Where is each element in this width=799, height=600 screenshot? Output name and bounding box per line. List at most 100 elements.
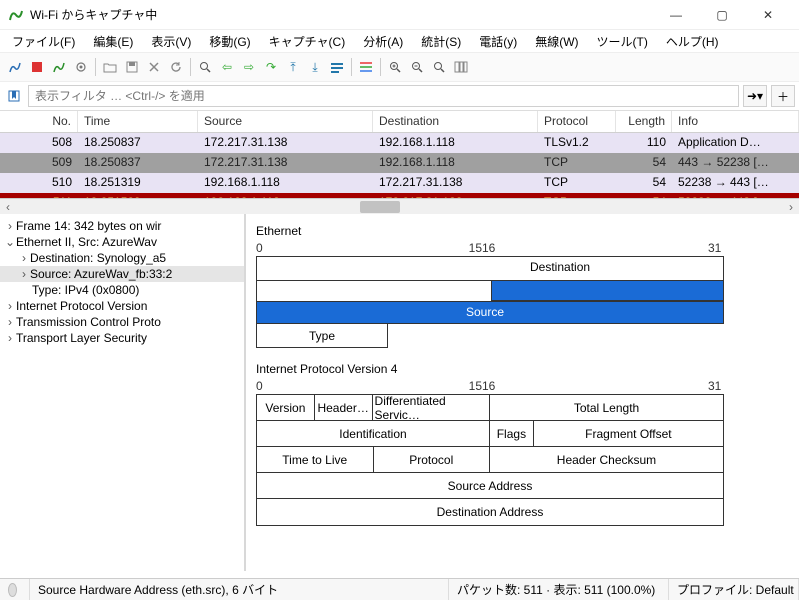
col-header-source[interactable]: Source [198, 111, 373, 132]
ip-dstaddr-field[interactable]: Destination Address [257, 499, 723, 525]
minimize-button[interactable]: — [653, 0, 699, 30]
reload-icon[interactable] [165, 56, 187, 78]
menu-file[interactable]: ファイル(F) [4, 31, 83, 52]
cell-proto: TCP [538, 153, 616, 173]
zoom-reset-icon[interactable] [428, 56, 450, 78]
ip-ident-field[interactable]: Identification [257, 421, 490, 447]
cell-src: 172.217.31.138 [198, 153, 373, 173]
eth-dest-field[interactable]: Destination [530, 260, 590, 274]
packet-row[interactable]: 50818.250837172.217.31.138192.168.1.118T… [0, 133, 799, 153]
col-header-length[interactable]: Length [616, 111, 672, 132]
cell-dst: 192.168.1.118 [373, 133, 538, 153]
zoom-in-icon[interactable] [384, 56, 406, 78]
open-file-icon[interactable] [99, 56, 121, 78]
filter-apply-button[interactable]: ➜▾ [743, 85, 767, 107]
ip-srcaddr-field[interactable]: Source Address [257, 473, 723, 499]
tree-eth-type[interactable]: Type: IPv4 (0x0800) [32, 283, 139, 297]
close-button[interactable]: ✕ [745, 0, 791, 30]
expander-icon[interactable]: › [18, 267, 30, 281]
expander-icon[interactable]: › [4, 219, 16, 233]
ip-version-field[interactable]: Version [257, 395, 315, 421]
cell-no: 509 [0, 153, 78, 173]
menu-statistics[interactable]: 統計(S) [413, 31, 469, 52]
close-file-icon[interactable] [143, 56, 165, 78]
menu-telephony[interactable]: 電話(y) [471, 31, 525, 52]
tree-frame[interactable]: Frame 14: 342 bytes on wir [16, 219, 161, 233]
zoom-out-icon[interactable] [406, 56, 428, 78]
ip-dscp-field[interactable]: Differentiated Servic… [373, 395, 491, 421]
scroll-right-icon[interactable]: › [783, 199, 799, 215]
menu-tools[interactable]: ツール(T) [589, 31, 656, 52]
display-filter-input[interactable] [28, 85, 739, 107]
go-forward-icon[interactable]: ⇨ [238, 56, 260, 78]
cell-info: 443 → 52238 [… [672, 153, 799, 173]
expert-info-icon[interactable] [8, 583, 17, 597]
ip-ttl-field[interactable]: Time to Live [257, 447, 374, 473]
expander-icon[interactable]: › [4, 299, 16, 313]
expander-icon[interactable]: › [18, 251, 30, 265]
menu-help[interactable]: ヘルプ(H) [658, 31, 727, 52]
col-header-protocol[interactable]: Protocol [538, 111, 616, 132]
menu-capture[interactable]: キャプチャ(C) [261, 31, 354, 52]
packet-row[interactable]: 51018.251319192.168.1.118172.217.31.138T… [0, 173, 799, 193]
start-capture-icon[interactable] [4, 56, 26, 78]
scroll-thumb[interactable] [360, 201, 400, 213]
bookmark-filter-icon[interactable] [4, 86, 24, 106]
expander-icon[interactable]: › [4, 331, 16, 345]
cell-time: 18.251319 [78, 173, 198, 193]
ip-flags-field[interactable]: Flags [490, 421, 534, 447]
ip-header-field[interactable]: Header… [315, 395, 373, 421]
cell-proto: TLSv1.2 [538, 133, 616, 153]
menu-go[interactable]: 移動(G) [201, 31, 258, 52]
status-profile[interactable]: プロファイル: Default [669, 579, 799, 600]
ip-fragoff-field[interactable]: Fragment Offset [534, 421, 723, 447]
packet-details-tree[interactable]: ›Frame 14: 342 bytes on wir ⌄Ethernet II… [0, 214, 246, 571]
find-packet-icon[interactable] [194, 56, 216, 78]
scroll-left-icon[interactable]: ‹ [0, 199, 16, 215]
cell-proto: TCP [538, 173, 616, 193]
tree-ethernet[interactable]: Ethernet II, Src: AzureWav [16, 235, 157, 249]
menu-view[interactable]: 表示(V) [143, 31, 199, 52]
col-header-no[interactable]: No. [0, 111, 78, 132]
first-packet-icon[interactable]: ⤒ [282, 56, 304, 78]
filter-add-button[interactable]: ＋ [771, 85, 795, 107]
ip-totlen-field[interactable]: Total Length [490, 395, 723, 421]
restart-capture-icon[interactable] [48, 56, 70, 78]
menu-wireless[interactable]: 無線(W) [527, 31, 586, 52]
cell-dst: 192.168.1.118 [373, 153, 538, 173]
col-header-time[interactable]: Time [78, 111, 198, 132]
packet-list-scrollbar[interactable]: ‹ › [0, 198, 799, 214]
go-back-icon[interactable]: ⇦ [216, 56, 238, 78]
tree-eth-dst[interactable]: Destination: Synology_a5 [30, 251, 166, 265]
packet-row[interactable]: 50918.250837172.217.31.138192.168.1.118T… [0, 153, 799, 173]
go-to-packet-icon[interactable]: ↷ [260, 56, 282, 78]
eth-src-field[interactable]: Source [466, 305, 504, 319]
capture-options-icon[interactable] [70, 56, 92, 78]
window-title: Wi-Fi からキャプチャ中 [30, 6, 653, 23]
cell-time: 18.250837 [78, 133, 198, 153]
expander-icon[interactable]: › [4, 315, 16, 329]
save-file-icon[interactable] [121, 56, 143, 78]
eth-type-field[interactable]: Type [256, 324, 388, 348]
cell-info: 52238 → 443 [… [672, 173, 799, 193]
menu-bar: ファイル(F) 編集(E) 表示(V) 移動(G) キャプチャ(C) 分析(A)… [0, 30, 799, 52]
tree-eth-src[interactable]: Source: AzureWav_fb:33:2 [30, 267, 172, 281]
auto-scroll-icon[interactable] [326, 56, 348, 78]
resize-columns-icon[interactable] [450, 56, 472, 78]
tree-ip[interactable]: Internet Protocol Version [16, 299, 147, 313]
tree-tls[interactable]: Transport Layer Security [16, 331, 147, 345]
tree-tcp[interactable]: Transmission Control Proto [16, 315, 161, 329]
menu-analyze[interactable]: 分析(A) [355, 31, 411, 52]
ip-checksum-field[interactable]: Header Checksum [490, 447, 723, 473]
maximize-button[interactable]: ▢ [699, 0, 745, 30]
stop-capture-icon[interactable] [26, 56, 48, 78]
col-header-destination[interactable]: Destination [373, 111, 538, 132]
expander-icon[interactable]: ⌄ [4, 235, 16, 249]
menu-edit[interactable]: 編集(E) [85, 31, 141, 52]
diagram-ip-title: Internet Protocol Version 4 [256, 362, 789, 376]
packet-diagram: Ethernet 0151631 Destination Source Type… [246, 214, 799, 571]
colorize-icon[interactable] [355, 56, 377, 78]
col-header-info[interactable]: Info [672, 111, 799, 132]
ip-proto-field[interactable]: Protocol [374, 447, 491, 473]
last-packet-icon[interactable]: ⤓ [304, 56, 326, 78]
